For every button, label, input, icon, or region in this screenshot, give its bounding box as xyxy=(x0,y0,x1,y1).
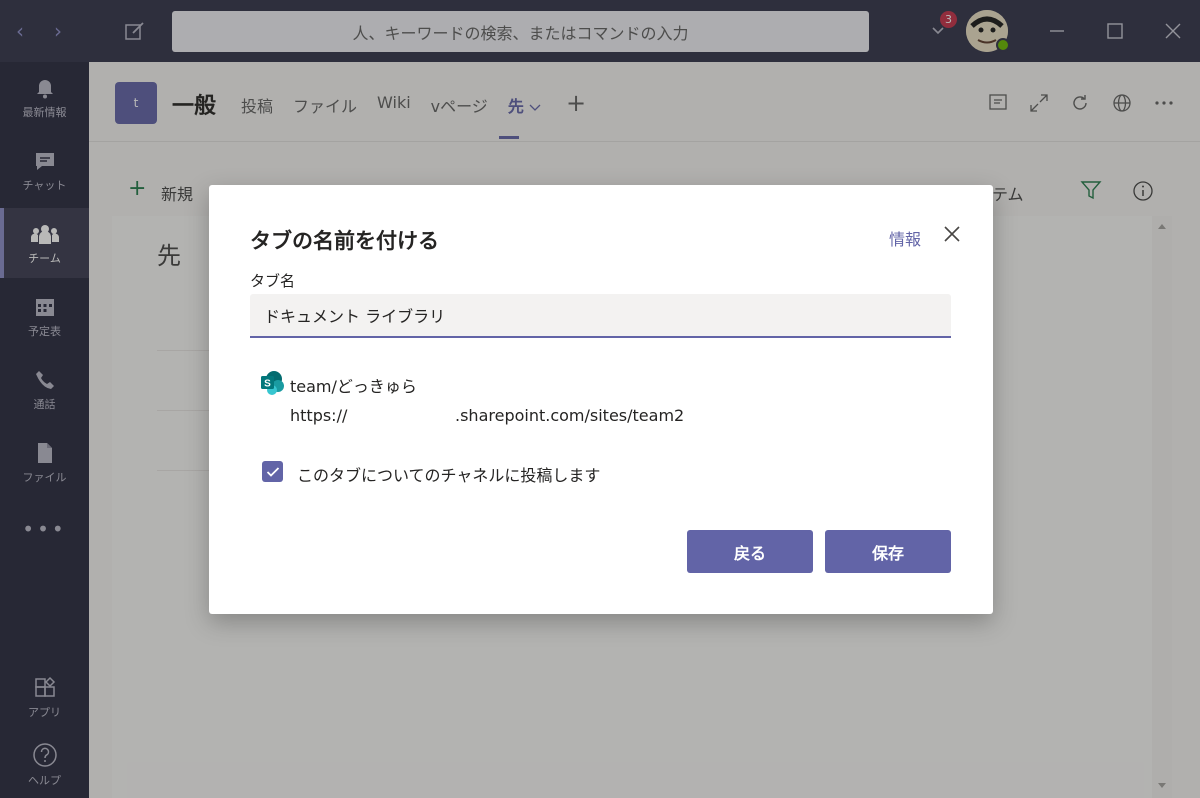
close-icon[interactable] xyxy=(943,225,961,243)
name-tab-dialog: タブの名前を付ける 情報 タブ名 S team/どっきゅら https:// .… xyxy=(209,185,993,614)
svg-text:S: S xyxy=(264,379,271,390)
site-name: team/どっきゅら xyxy=(290,377,417,396)
tab-name-label: タブ名 xyxy=(250,272,296,290)
save-button[interactable]: 保存 xyxy=(825,530,951,573)
dialog-title: タブの名前を付ける xyxy=(250,229,439,253)
sharepoint-icon: S xyxy=(261,371,284,395)
site-url-suffix: .sharepoint.com/sites/team2 xyxy=(455,406,685,425)
post-to-channel-label[interactable]: このタブについてのチャネルに投稿します xyxy=(297,462,600,486)
post-to-channel-checkbox[interactable] xyxy=(262,461,283,482)
checkmark-icon xyxy=(266,466,279,477)
info-link[interactable]: 情報 xyxy=(889,226,921,250)
site-url-prefix: https:// xyxy=(290,406,348,425)
back-button[interactable]: 戻る xyxy=(687,530,813,573)
tab-name-input[interactable] xyxy=(250,294,951,338)
